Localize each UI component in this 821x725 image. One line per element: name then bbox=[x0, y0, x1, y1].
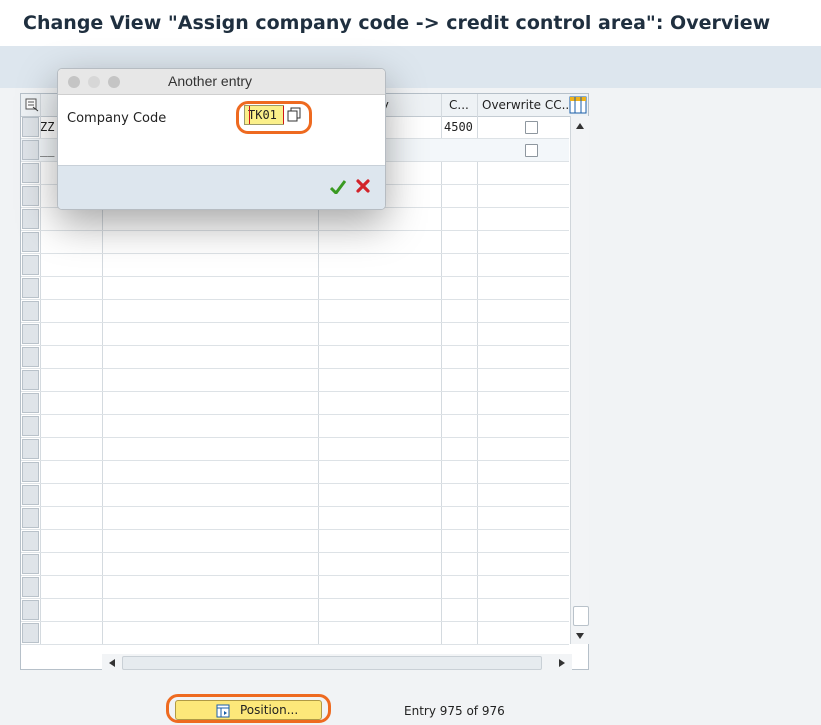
row-selector[interactable] bbox=[22, 508, 39, 528]
table-row[interactable] bbox=[21, 208, 569, 231]
row-selector[interactable] bbox=[22, 370, 39, 390]
table-row[interactable] bbox=[21, 300, 569, 323]
scroll-left-icon[interactable] bbox=[108, 658, 116, 668]
table-row[interactable] bbox=[21, 484, 569, 507]
entry-status: Entry 975 of 976 bbox=[404, 704, 505, 718]
table-row[interactable] bbox=[21, 553, 569, 576]
overwrite-checkbox[interactable] bbox=[525, 121, 538, 134]
horizontal-scroll-thumb[interactable] bbox=[122, 656, 542, 670]
table-row[interactable] bbox=[21, 415, 569, 438]
row-selector[interactable] bbox=[22, 600, 39, 620]
row-selector[interactable] bbox=[22, 439, 39, 459]
window-minimize-dot[interactable] bbox=[88, 76, 100, 88]
scroll-up-icon[interactable] bbox=[575, 122, 585, 130]
row-selector[interactable] bbox=[22, 301, 39, 321]
row-selector[interactable] bbox=[22, 324, 39, 344]
position-highlight-ring bbox=[166, 694, 331, 723]
row-selector[interactable] bbox=[22, 554, 39, 574]
row-selector[interactable] bbox=[22, 186, 39, 206]
vertical-scrollbar[interactable] bbox=[570, 116, 589, 644]
table-row[interactable] bbox=[21, 530, 569, 553]
table-row[interactable] bbox=[21, 461, 569, 484]
table-row[interactable] bbox=[21, 323, 569, 346]
select-all-icon[interactable] bbox=[25, 94, 39, 116]
row-selector[interactable] bbox=[22, 416, 39, 436]
company-code-label: Company Code bbox=[67, 111, 167, 126]
row-selector[interactable] bbox=[22, 623, 39, 643]
table-row[interactable] bbox=[21, 576, 569, 599]
row-selector[interactable] bbox=[22, 255, 39, 275]
row-selector[interactable] bbox=[22, 140, 39, 160]
checkmark-icon[interactable] bbox=[330, 180, 346, 194]
company-code-cell[interactable]: __ bbox=[40, 139, 54, 161]
row-selector[interactable] bbox=[22, 347, 39, 367]
row-selector[interactable] bbox=[22, 462, 39, 482]
vertical-scroll-thumb[interactable] bbox=[573, 606, 589, 626]
row-selector[interactable] bbox=[22, 531, 39, 551]
title-bar: Change View "Assign company code -> cred… bbox=[0, 0, 821, 46]
company-code-cell[interactable]: ZZ bbox=[40, 116, 54, 138]
row-selector[interactable] bbox=[22, 393, 39, 413]
row-selector[interactable] bbox=[22, 577, 39, 597]
table-row[interactable] bbox=[21, 392, 569, 415]
row-selector[interactable] bbox=[22, 485, 39, 505]
dialog-footer bbox=[58, 165, 385, 209]
dialog-titlebar: Another entry bbox=[58, 69, 385, 95]
window-zoom-dot[interactable] bbox=[108, 76, 120, 88]
scroll-down-icon[interactable] bbox=[575, 632, 585, 640]
scroll-right-icon[interactable] bbox=[558, 658, 566, 668]
table-row[interactable] bbox=[21, 254, 569, 277]
column-config-icon[interactable] bbox=[569, 96, 587, 114]
table-row[interactable] bbox=[21, 346, 569, 369]
page-title: Change View "Assign company code -> cred… bbox=[23, 12, 771, 34]
window-close-dot[interactable] bbox=[68, 76, 80, 88]
input-highlight-ring bbox=[236, 101, 312, 134]
dialog-title: Another entry bbox=[168, 73, 253, 89]
row-selector[interactable] bbox=[22, 232, 39, 252]
row-selector[interactable] bbox=[22, 209, 39, 229]
table-row[interactable] bbox=[21, 277, 569, 300]
table-row[interactable] bbox=[21, 622, 569, 645]
row-selector[interactable] bbox=[22, 163, 39, 183]
header-credit-control-area[interactable]: C... bbox=[449, 94, 479, 116]
horizontal-scrollbar[interactable] bbox=[102, 654, 572, 670]
row-selector[interactable] bbox=[22, 117, 39, 137]
table-row[interactable] bbox=[21, 507, 569, 530]
table-row[interactable] bbox=[21, 438, 569, 461]
credit-control-area-cell[interactable]: 4500 bbox=[444, 116, 473, 138]
header-overwrite-cca[interactable]: Overwrite CC... bbox=[482, 94, 570, 116]
cancel-x-icon[interactable] bbox=[356, 179, 370, 193]
table-row[interactable] bbox=[21, 599, 569, 622]
overwrite-checkbox[interactable] bbox=[525, 144, 538, 157]
table-row[interactable] bbox=[21, 369, 569, 392]
table-row[interactable] bbox=[21, 231, 569, 254]
another-entry-dialog: Another entry Company Code TK01 bbox=[57, 68, 386, 210]
row-selector[interactable] bbox=[22, 278, 39, 298]
